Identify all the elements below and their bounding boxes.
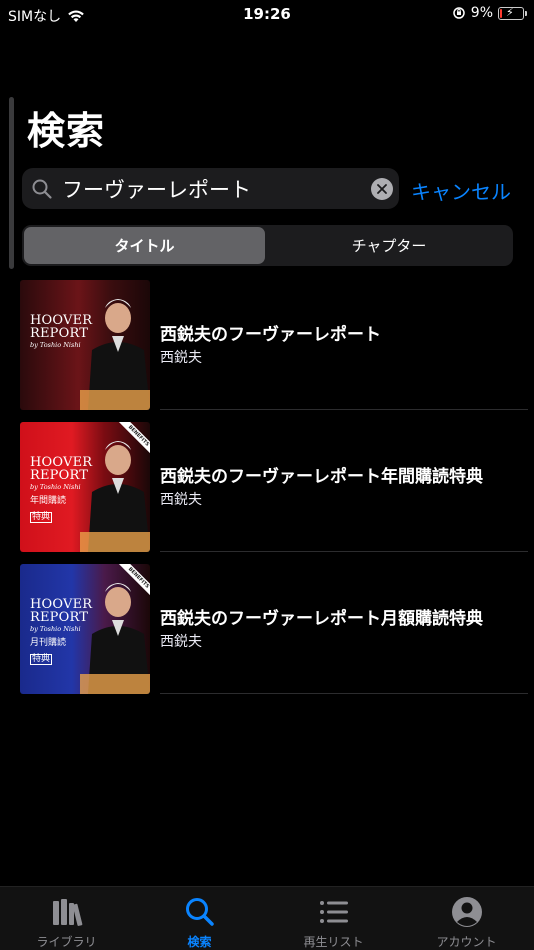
segment-chapter[interactable]: チャプター (267, 227, 511, 264)
tab-label: 検索 (187, 935, 212, 949)
result-author: 西鋭夫 (160, 492, 202, 508)
cover-tag: 年間購読 (30, 495, 67, 506)
result-row[interactable]: HOOVER REPORT by Toshio Nishi 西鋭夫のフーヴァーレ… (20, 280, 528, 410)
scroll-indicator[interactable] (9, 97, 14, 269)
cancel-button[interactable]: キャンセル (411, 176, 511, 205)
cover-text: HOOVER REPORT by Toshio Nishi 年間購読 特典 (30, 456, 92, 523)
cover-tag-boxed: 特典 (30, 511, 53, 523)
page-title: 検索 (27, 109, 106, 153)
battery-icon: ⚡ (498, 5, 527, 20)
tab-label: ライブラリ (36, 935, 97, 949)
status-right: 9% ⚡ (452, 5, 527, 21)
search-icon (185, 898, 214, 926)
cover-title-line2: REPORT (30, 468, 89, 483)
search-icon (32, 179, 52, 199)
library-icon (52, 899, 82, 926)
cover-subtitle: by Toshio Nishi (30, 483, 81, 491)
orientation-lock-icon (453, 7, 465, 19)
cover-subtitle: by Toshio Nishi (30, 341, 81, 349)
row-divider (160, 409, 528, 410)
cover-tag-boxed: 特典 (30, 653, 53, 665)
portrait-image (80, 299, 150, 410)
tab-library[interactable]: ライブラリ (0, 887, 133, 950)
result-title: 西鋭夫のフーヴァーレポート月額購読特典 (160, 609, 483, 629)
tab-label: 再生リスト (303, 935, 364, 949)
cover-text: HOOVER REPORT by Toshio Nishi 月刊購読 特典 (30, 598, 92, 665)
clear-search-button[interactable] (371, 178, 393, 200)
status-bar: SIMなし 19:26 9% ⚡ (0, 0, 534, 30)
battery-cap (525, 10, 527, 16)
result-title: 西鋭夫のフーヴァーレポート年間購読特典 (160, 467, 483, 487)
clear-icon (377, 184, 387, 194)
tab-bar: ライブラリ 検索 再生リスト アカウント (0, 886, 534, 950)
row-divider (160, 551, 528, 552)
list-icon (319, 901, 348, 923)
podcast-cover: BENEFITS HOOVER REPORT by Toshio Nishi 月… (20, 564, 150, 694)
cover-tag: 月刊購読 (30, 637, 67, 648)
tab-search[interactable]: 検索 (133, 887, 266, 950)
cover-text: HOOVER REPORT by Toshio Nishi (30, 314, 92, 349)
account-icon (451, 897, 482, 927)
search-bar[interactable] (22, 168, 399, 209)
podcast-cover: HOOVER REPORT by Toshio Nishi (20, 280, 150, 410)
charging-bolt-icon: ⚡ (506, 5, 514, 19)
result-row[interactable]: BENEFITS HOOVER REPORT by Toshio Nishi 月… (20, 564, 528, 694)
cover-title-line2: REPORT (30, 610, 89, 625)
result-author: 西鋭夫 (160, 350, 202, 366)
search-input[interactable] (62, 168, 362, 209)
row-divider (160, 693, 528, 694)
battery-fill (500, 8, 502, 18)
result-row[interactable]: BENEFITS HOOVER REPORT by Toshio Nishi 年… (20, 422, 528, 552)
segment-title[interactable]: タイトル (24, 227, 265, 264)
cover-title-line2: REPORT (30, 326, 89, 341)
result-author: 西鋭夫 (160, 634, 202, 650)
tab-account[interactable]: アカウント (400, 887, 533, 950)
segmented-control: タイトル チャプター (22, 225, 513, 266)
tab-label: アカウント (436, 935, 497, 949)
battery-percent: 9% (470, 5, 493, 21)
cover-subtitle: by Toshio Nishi (30, 625, 81, 633)
podcast-cover: BENEFITS HOOVER REPORT by Toshio Nishi 年… (20, 422, 150, 552)
result-title: 西鋭夫のフーヴァーレポート (160, 325, 381, 345)
tab-playlist[interactable]: 再生リスト (267, 887, 400, 950)
